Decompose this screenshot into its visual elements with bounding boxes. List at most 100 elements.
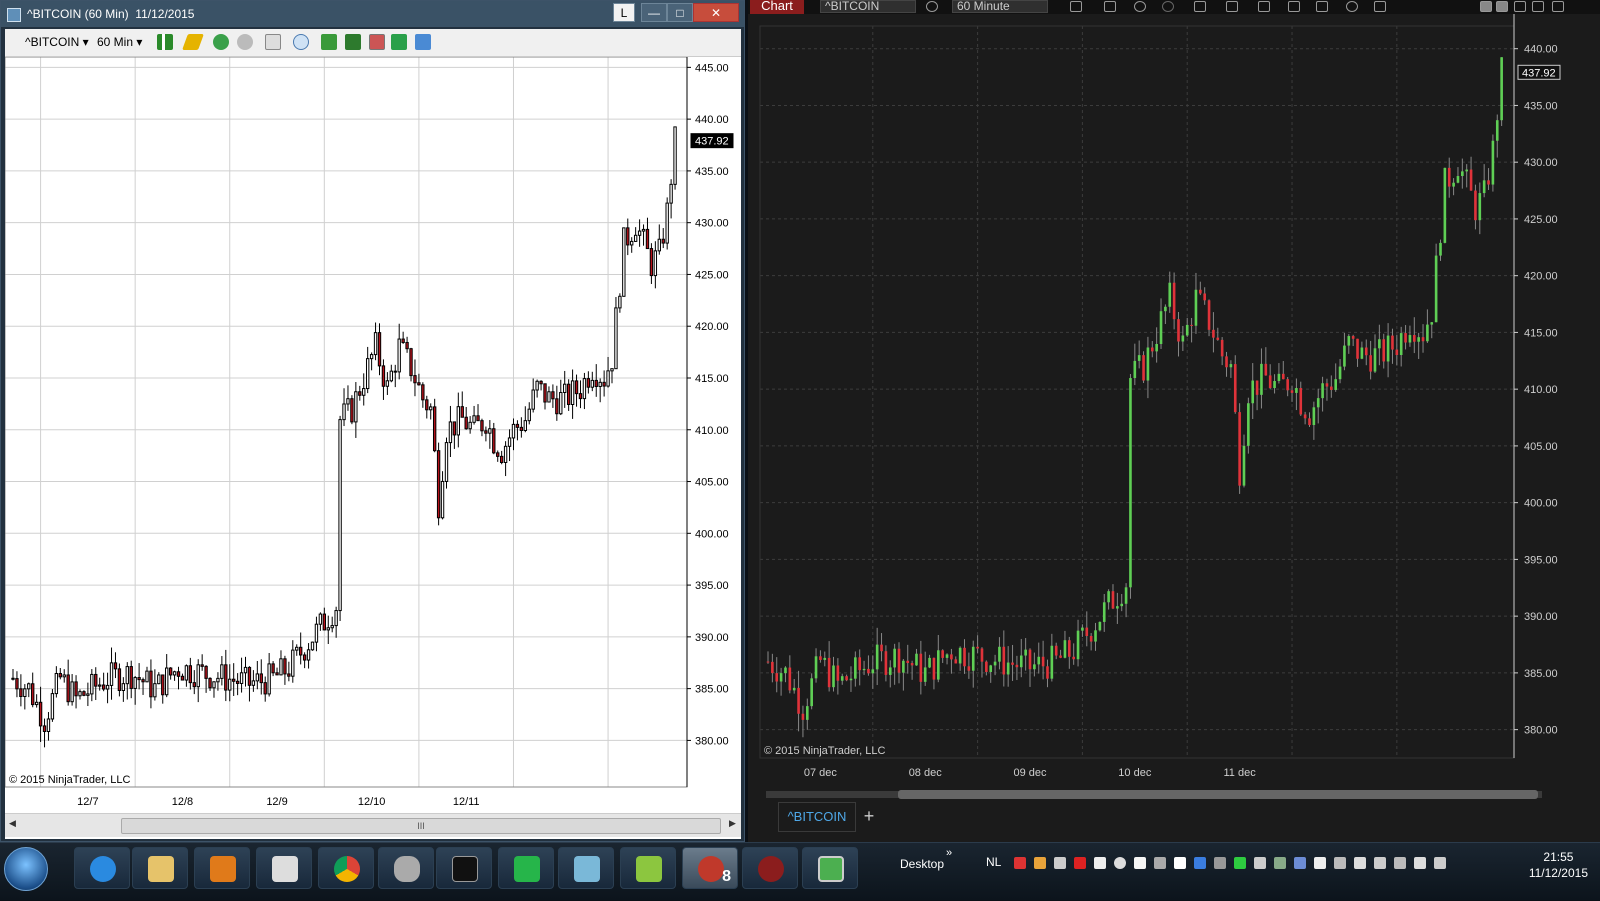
tray-icon-12[interactable]	[1234, 857, 1246, 869]
interval-selector[interactable]: 60 Min ▾	[97, 35, 142, 49]
indicators-icon[interactable]	[345, 34, 361, 50]
tray-icon-7[interactable]	[1134, 857, 1146, 869]
pointer-icon[interactable]	[265, 34, 281, 50]
flag-icon[interactable]	[1314, 857, 1326, 869]
right-price-chart[interactable]: 380.00 385.00 390.00 395.00 400.00 405.00 410.…	[748, 14, 1600, 786]
network-icon[interactable]	[1414, 857, 1426, 869]
taskbar-vs[interactable]	[498, 847, 554, 889]
link-button[interactable]: L	[613, 3, 635, 22]
tray-icon-10[interactable]	[1194, 857, 1206, 869]
taskbar-ie[interactable]	[74, 847, 130, 889]
strategy-icon[interactable]	[369, 34, 385, 50]
tray-icon-20[interactable]	[1394, 857, 1406, 869]
volume-icon[interactable]	[1434, 857, 1446, 869]
taskbar-media[interactable]	[194, 847, 250, 889]
minimize-button[interactable]: —	[641, 3, 667, 22]
minimize-icon[interactable]	[1514, 1, 1526, 12]
add-tab-button[interactable]: +	[856, 802, 882, 832]
tray-icon-14[interactable]	[1274, 857, 1286, 869]
candle-body	[66, 674, 70, 703]
strategies-icon[interactable]	[1288, 1, 1300, 12]
bars-type-icon[interactable]	[1070, 1, 1082, 12]
candle-body	[515, 423, 520, 428]
taskbar-cmd[interactable]	[436, 847, 492, 889]
zoom-out-icon[interactable]	[1162, 1, 1174, 12]
taskbar-app[interactable]	[558, 847, 614, 889]
snapshot-icon[interactable]	[1226, 1, 1238, 12]
scroll-thumb[interactable]: III	[121, 818, 721, 834]
candle-body	[1273, 380, 1276, 389]
tray-icon-8[interactable]	[1154, 857, 1166, 869]
desktop-toolbar-label[interactable]: Desktop	[900, 857, 944, 871]
taskbar-explorer[interactable]	[132, 847, 188, 889]
taskbar-spreadsheet[interactable]	[620, 847, 676, 889]
instrument-tab[interactable]: ^BITCOIN	[778, 802, 856, 832]
tray-icon-13[interactable]	[1254, 857, 1266, 869]
interval-dropdown[interactable]: 60 Minute	[952, 0, 1048, 13]
tray-icon-4[interactable]	[1074, 857, 1086, 869]
right-horizontal-scrollbar[interactable]	[758, 786, 1554, 803]
tray-icon-18[interactable]	[1354, 857, 1366, 869]
candle-body	[1002, 646, 1006, 675]
crosshair-icon[interactable]	[213, 34, 229, 50]
close-icon[interactable]	[1552, 1, 1564, 12]
restore-icon[interactable]	[1480, 1, 1492, 12]
candle-body	[306, 649, 311, 661]
tray-icon-15[interactable]	[1294, 857, 1306, 869]
taskbar-ninjatrader8[interactable]	[742, 847, 798, 889]
bars-icon[interactable]	[321, 34, 337, 50]
chart-style-icon[interactable]	[157, 34, 173, 50]
left-price-chart[interactable]: 380.00 385.00 390.00 395.00 400.00 405.00 410.…	[5, 57, 741, 813]
copyright-label: © 2015 NinjaTrader, LLC	[764, 745, 885, 757]
refresh-icon[interactable]	[1346, 1, 1358, 12]
pencil-icon[interactable]	[182, 34, 204, 50]
candle-body	[141, 679, 145, 683]
chart-tab-label[interactable]: Chart	[750, 0, 804, 14]
zoom-in-icon[interactable]	[1134, 1, 1146, 12]
maximize-button[interactable]: □	[667, 3, 693, 22]
scroll-thumb[interactable]	[898, 790, 1538, 799]
y-tick-label: 405.00	[695, 477, 729, 489]
taskbar-chrome[interactable]	[318, 847, 374, 889]
taskbar-notes[interactable]	[256, 847, 312, 889]
pointer-icon[interactable]	[1194, 1, 1206, 12]
tray-icon-2[interactable]	[1034, 857, 1046, 869]
left-horizontal-scrollbar[interactable]: ◀ III ▶	[5, 813, 741, 837]
close-button[interactable]: ✕	[693, 3, 739, 22]
properties-icon[interactable]	[415, 34, 431, 50]
tray-icon-6[interactable]	[1114, 857, 1126, 869]
instrument-dropdown[interactable]: ^BITCOIN	[820, 0, 916, 13]
tray-icon-19[interactable]	[1374, 857, 1386, 869]
dollar-icon[interactable]	[391, 34, 407, 50]
maximize-icon[interactable]	[1532, 1, 1544, 12]
taskbar-monitor[interactable]	[802, 847, 858, 889]
properties-icon[interactable]	[1374, 1, 1386, 12]
drawing-tools-icon[interactable]	[1316, 1, 1328, 12]
indicators-icon[interactable]	[1258, 1, 1270, 12]
candle-body	[334, 610, 338, 627]
left-title-bar[interactable]: ^BITCOIN (60 Min) 11/12/2015 L — □ ✕	[1, 1, 744, 27]
tray-icon-11[interactable]	[1214, 857, 1226, 869]
candle-body	[224, 664, 228, 691]
tray-icon-3[interactable]	[1054, 857, 1066, 869]
pencil-icon[interactable]	[1104, 1, 1116, 12]
taskbar-ninjatrader[interactable]: 8	[682, 847, 738, 889]
start-button[interactable]	[4, 847, 48, 891]
tray-icon-5[interactable]	[1094, 857, 1106, 869]
taskbar-database[interactable]	[378, 847, 434, 889]
instrument-selector[interactable]: ^BITCOIN ▾	[25, 35, 89, 49]
layout-icon[interactable]	[1496, 1, 1508, 12]
chart-background	[5, 57, 741, 813]
magnify-icon[interactable]	[293, 34, 309, 50]
zoom-out-icon[interactable]	[237, 34, 253, 50]
tray-icon-9[interactable]	[1174, 857, 1186, 869]
toolbar-expand-icon[interactable]: »	[946, 847, 952, 859]
tray-icon-17[interactable]	[1334, 857, 1346, 869]
scroll-right-icon[interactable]: ▶	[729, 818, 736, 829]
scroll-left-icon[interactable]: ◀	[9, 818, 16, 829]
tray-icon-1[interactable]	[1014, 857, 1026, 869]
candle-body	[275, 672, 279, 676]
language-indicator[interactable]: NL	[986, 855, 1001, 869]
search-icon[interactable]	[926, 1, 938, 12]
clock[interactable]: 21:55 11/12/2015	[1529, 849, 1588, 881]
